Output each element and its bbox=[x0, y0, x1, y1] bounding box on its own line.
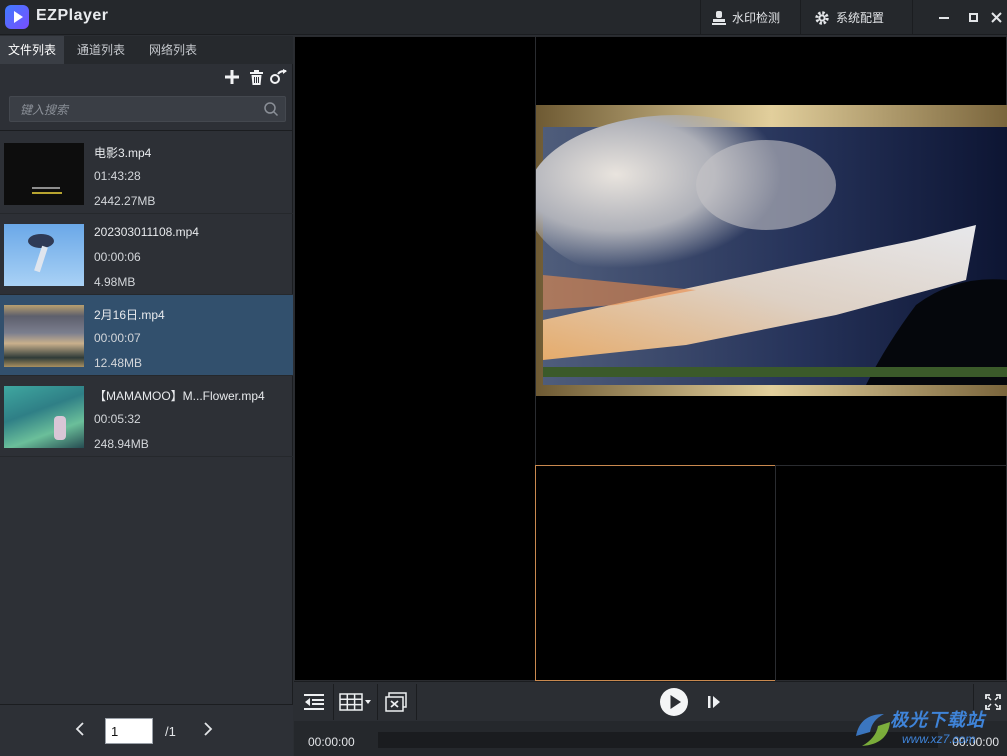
divider bbox=[333, 684, 334, 720]
video-frame bbox=[536, 105, 1007, 396]
tab-file-list[interactable]: 文件列表 bbox=[0, 36, 64, 64]
divider bbox=[377, 684, 378, 720]
add-icon[interactable] bbox=[223, 68, 241, 86]
video-pane-active[interactable] bbox=[535, 465, 776, 681]
search-icon[interactable] bbox=[263, 101, 279, 117]
share-icon[interactable] bbox=[270, 68, 288, 86]
title-bar: EZPlayer 水印检测 系统配置 bbox=[0, 0, 1007, 35]
search-box bbox=[9, 96, 286, 122]
file-duration: 00:00:06 bbox=[94, 250, 141, 264]
file-list-item[interactable]: 电影3.mp4 01:43:28 2442.27MB bbox=[0, 133, 293, 214]
stamp-icon bbox=[712, 10, 726, 25]
fullscreen-icon[interactable] bbox=[980, 682, 1006, 722]
chevron-left-icon[interactable] bbox=[72, 721, 88, 741]
system-config-button[interactable]: 系统配置 bbox=[814, 0, 884, 35]
watermark-check-label: 水印检测 bbox=[732, 11, 781, 25]
file-duration: 01:43:28 bbox=[94, 169, 141, 183]
app-logo-icon bbox=[5, 5, 29, 29]
page-number-input[interactable] bbox=[105, 718, 153, 744]
divider bbox=[973, 684, 974, 720]
chevron-right-icon[interactable] bbox=[200, 721, 216, 741]
video-thumbnail bbox=[4, 224, 84, 286]
tab-network-list[interactable]: 网络列表 bbox=[138, 36, 208, 64]
playback-toolbar bbox=[294, 681, 1007, 721]
video-thumbnail bbox=[4, 305, 84, 367]
file-list-item[interactable]: 202303011108.mp4 00:00:06 4.98MB bbox=[0, 214, 293, 295]
video-pane[interactable] bbox=[294, 36, 536, 681]
file-list-item[interactable]: 2月16日.mp4 00:00:07 12.48MB bbox=[0, 295, 293, 376]
file-duration: 00:05:32 bbox=[94, 412, 141, 426]
next-frame-icon[interactable] bbox=[702, 682, 726, 722]
total-time: 00:00:00 bbox=[952, 735, 999, 749]
video-thumbnail bbox=[4, 386, 84, 448]
minimize-icon[interactable] bbox=[928, 0, 960, 35]
divider bbox=[800, 0, 801, 35]
play-icon[interactable] bbox=[658, 682, 690, 722]
playlist-toggle-icon[interactable] bbox=[300, 682, 328, 722]
watermark-check-button[interactable]: 水印检测 bbox=[712, 0, 780, 35]
divider bbox=[912, 0, 913, 35]
file-duration: 00:00:07 bbox=[94, 331, 141, 345]
file-name: 【MAMAMOO】M...Flower.mp4 bbox=[94, 389, 265, 403]
progress-track[interactable] bbox=[378, 732, 938, 748]
file-name: 电影3.mp4 bbox=[94, 146, 152, 160]
file-name: 202303011108.mp4 bbox=[94, 225, 199, 239]
seek-bar-area: 00:00:00 00:00:00 bbox=[294, 721, 1007, 756]
file-list-item[interactable]: 【MAMAMOO】M...Flower.mp4 00:05:32 248.94M… bbox=[0, 376, 293, 457]
close-icon[interactable] bbox=[980, 0, 1007, 35]
current-time: 00:00:00 bbox=[308, 735, 355, 749]
gear-icon bbox=[815, 10, 829, 25]
app-title: EZPlayer bbox=[36, 7, 109, 24]
file-size: 248.94MB bbox=[94, 437, 149, 451]
page-total: /1 bbox=[165, 724, 176, 739]
file-panel: 文件列表 通道列表 网络列表 电影3.mp4 01 bbox=[0, 36, 293, 756]
search-input[interactable] bbox=[20, 101, 250, 119]
pagination: /1 bbox=[0, 704, 293, 756]
file-size: 12.48MB bbox=[94, 356, 143, 370]
divider bbox=[0, 130, 293, 131]
divider bbox=[700, 0, 701, 35]
file-size: 4.98MB bbox=[94, 275, 136, 289]
divider bbox=[416, 684, 417, 720]
file-name: 2月16日.mp4 bbox=[94, 308, 165, 322]
trash-icon[interactable] bbox=[247, 68, 265, 86]
system-config-label: 系统配置 bbox=[836, 11, 885, 25]
video-thumbnail bbox=[4, 143, 84, 205]
tab-channel-list[interactable]: 通道列表 bbox=[66, 36, 136, 64]
grid-layout-icon[interactable] bbox=[338, 682, 374, 722]
video-pane[interactable] bbox=[775, 465, 1007, 681]
close-all-icon[interactable] bbox=[382, 682, 410, 722]
file-size: 2442.27MB bbox=[94, 194, 156, 208]
panel-tabs: 文件列表 通道列表 网络列表 bbox=[0, 36, 293, 64]
